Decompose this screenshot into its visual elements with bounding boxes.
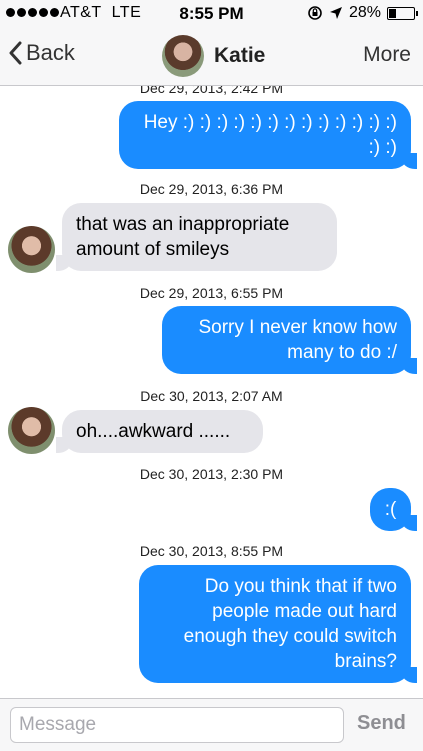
rotation-lock-icon <box>308 6 322 20</box>
status-right-group: 28% <box>307 4 418 22</box>
message-timestamp: Dec 30, 2013, 2:30 PM <box>139 466 284 482</box>
back-button[interactable]: Back <box>8 40 75 66</box>
message-text-line: many to do :/ <box>287 342 397 363</box>
message-text-line: brains? <box>334 651 397 672</box>
location-arrow-icon <box>329 7 342 19</box>
message-text-line: :( <box>384 499 397 520</box>
chevron-left-icon <box>9 41 22 65</box>
outgoing-message-bubble[interactable]: Hey :) :) :) :) :) :) :) :) :) :) :) :) … <box>119 101 417 169</box>
contact-avatar[interactable] <box>8 226 55 273</box>
outgoing-message-bubble[interactable]: Do you think that if two people made out… <box>139 565 417 683</box>
message-timestamp: Dec 29, 2013, 6:55 PM <box>139 285 284 301</box>
navigation-bar: Back Katie More <box>0 28 423 86</box>
message-text-line: people made out hard <box>212 601 397 622</box>
message-text-line: enough they could switch <box>183 626 397 647</box>
battery-percent: 28% <box>348 4 381 21</box>
message-input[interactable] <box>10 707 344 743</box>
message-text-line: Sorry I never know how <box>198 317 397 338</box>
contact-avatar[interactable] <box>162 35 204 77</box>
back-label: Back <box>26 40 75 65</box>
message-text-line: oh....awkward ...... <box>76 421 231 442</box>
outgoing-message-bubble[interactable]: Sorry I never know how many to do :/ <box>162 306 417 374</box>
message-composer: Send <box>0 698 423 751</box>
message-text-line: Hey :) :) :) :) :) :) :) :) :) :) :) :) … <box>143 112 397 133</box>
message-timestamp: Dec 30, 2013, 2:07 AM <box>140 388 283 404</box>
contact-avatar[interactable] <box>8 407 55 454</box>
battery-icon <box>387 6 418 20</box>
message-timestamp: Dec 29, 2013, 6:36 PM <box>139 181 284 197</box>
message-text-line: that was an inappropriate <box>76 214 290 235</box>
send-button[interactable]: Send <box>357 712 406 735</box>
contact-header[interactable]: Katie <box>162 35 265 77</box>
conversation-thread[interactable]: Dec 29, 2013, 2:42 PM Hey :) :) :) :) :)… <box>0 86 423 698</box>
battery-fill <box>389 8 397 18</box>
contact-name: Katie <box>214 44 266 67</box>
incoming-message-bubble[interactable]: that was an inappropriate amount of smil… <box>56 203 337 271</box>
more-button[interactable]: More <box>363 43 411 67</box>
message-text-line: :) :) <box>368 137 398 158</box>
message-timestamp: Dec 30, 2013, 8:55 PM <box>139 543 284 559</box>
message-text-line: amount of smileys <box>76 239 230 260</box>
message-text-line: Do you think that if two <box>204 576 397 597</box>
message-timestamp: Dec 29, 2013, 2:42 PM <box>139 86 284 96</box>
status-bar: AT&T LTE 8:55 PM 28% <box>0 0 423 28</box>
incoming-message-bubble[interactable]: oh....awkward ...... <box>56 410 263 453</box>
outgoing-message-bubble[interactable]: :( <box>370 488 417 531</box>
